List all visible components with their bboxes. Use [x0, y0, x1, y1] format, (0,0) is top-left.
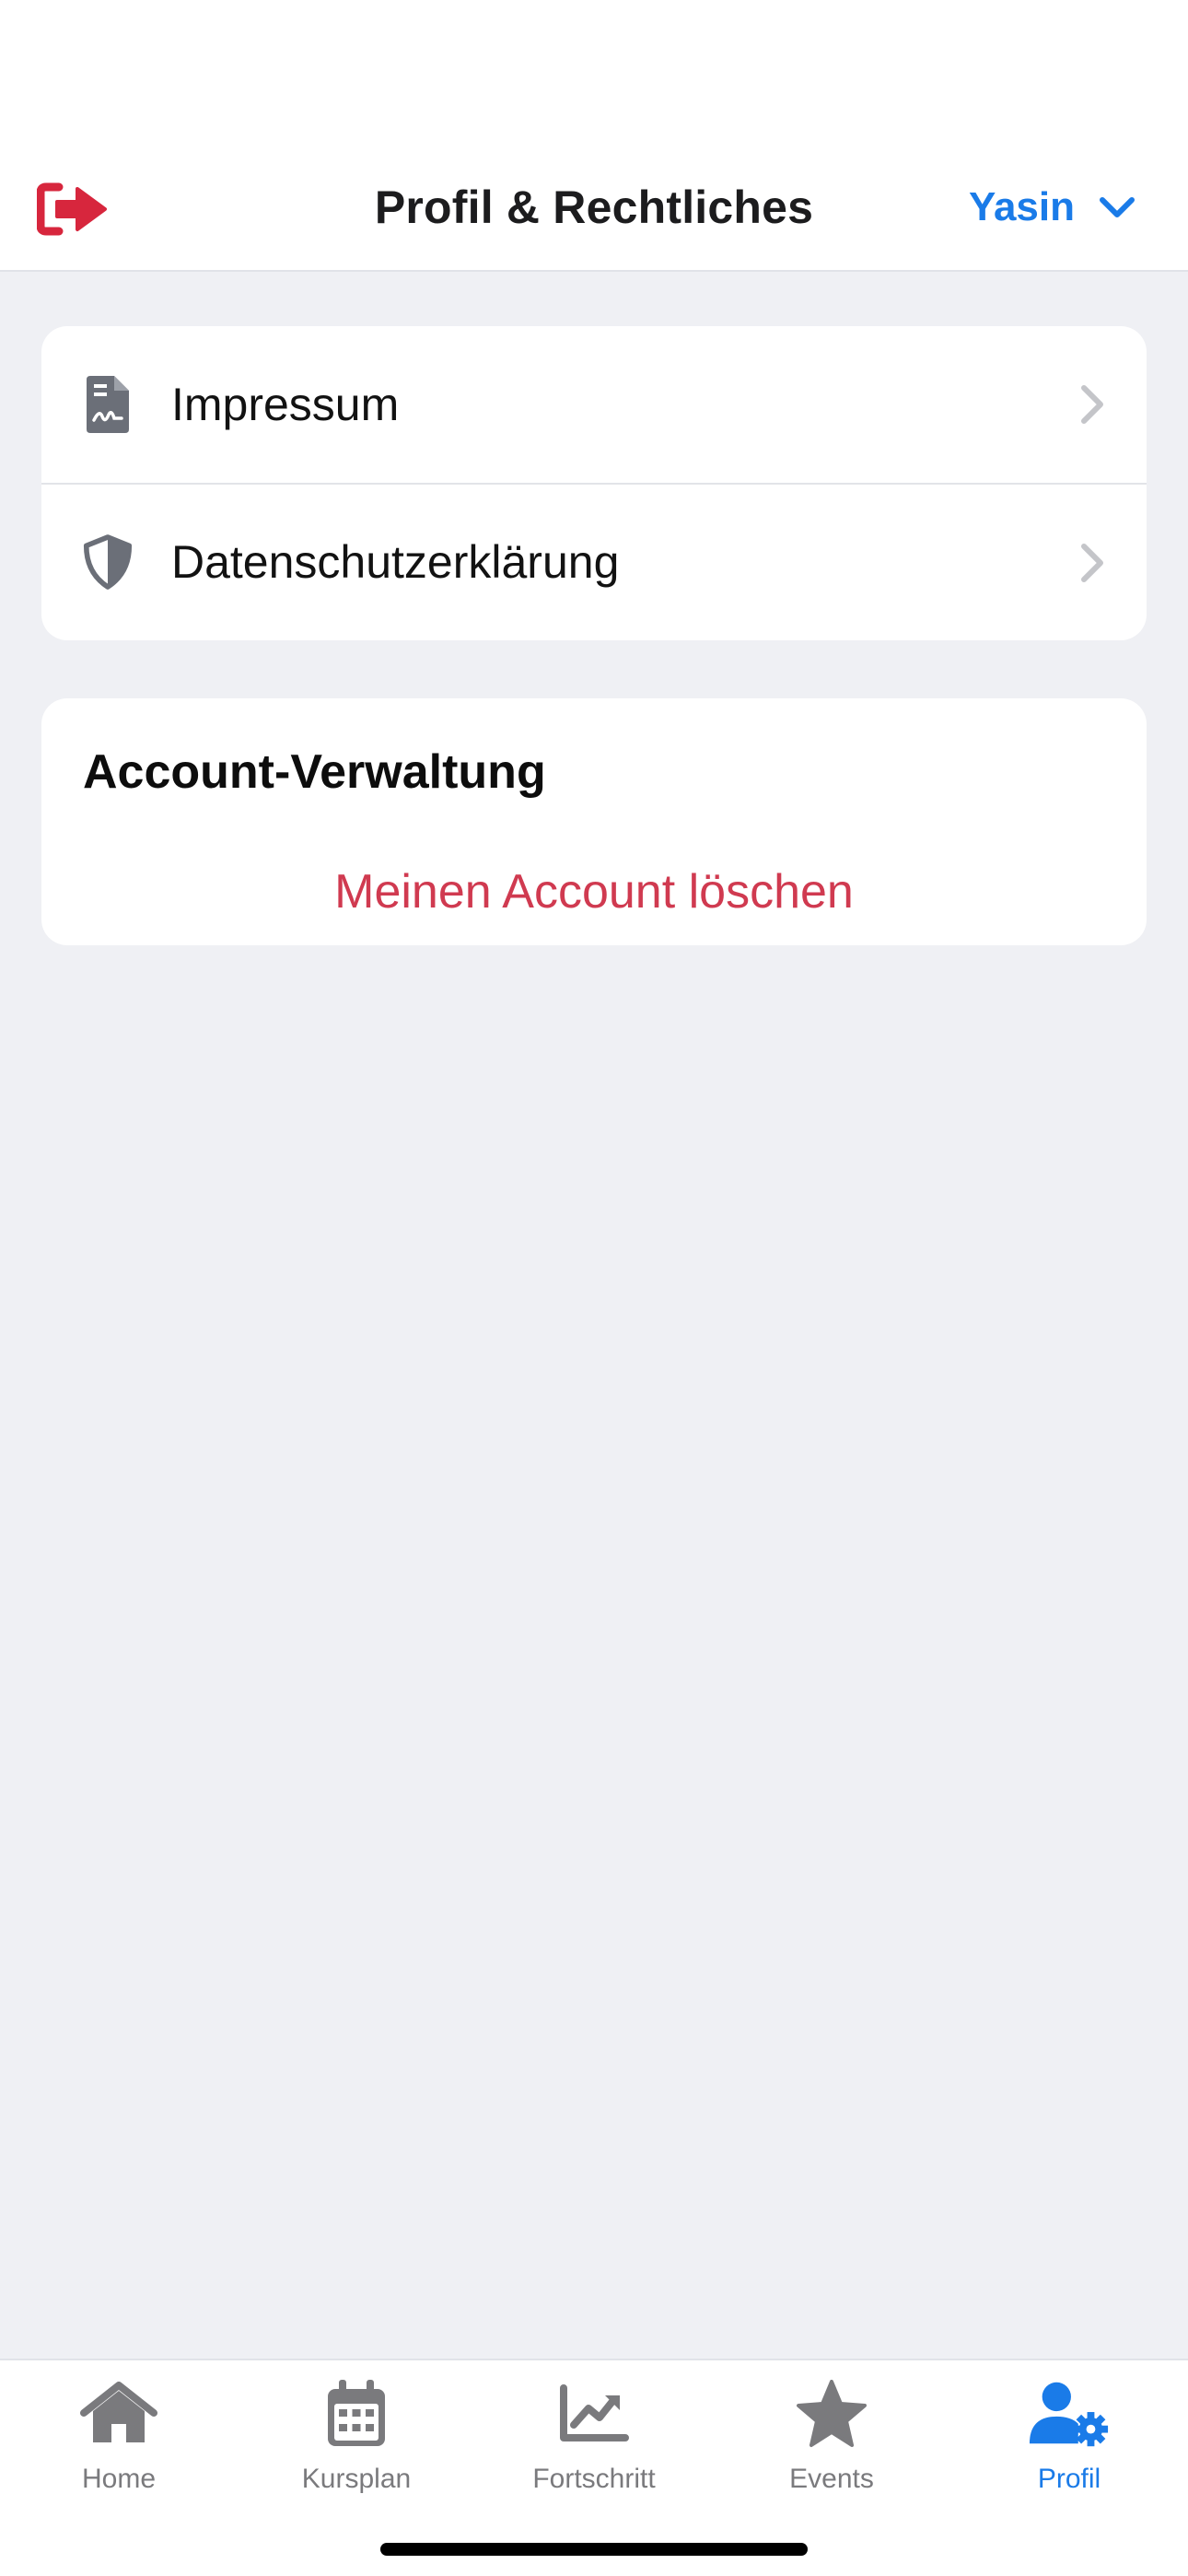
account-management-card: Account-Verwaltung Meinen Account lösche…: [41, 698, 1147, 945]
chevron-right-icon: [1081, 544, 1103, 582]
tab-fortschritt[interactable]: Fortschritt: [475, 2377, 713, 2495]
datenschutz-row[interactable]: Datenschutzerklärung: [41, 483, 1147, 639]
shield-icon: [83, 533, 133, 591]
chevron-right-icon: [1081, 385, 1103, 424]
tab-kursplan[interactable]: Kursplan: [238, 2377, 475, 2495]
delete-account-button[interactable]: Meinen Account löschen: [41, 864, 1147, 919]
tab-label: Kursplan: [301, 2464, 412, 2494]
chart-line-icon: [553, 2377, 635, 2451]
top-navigation-bar: Profil & Rechtliches Yasin: [0, 0, 1188, 272]
user-switcher-button[interactable]: Yasin: [969, 184, 1137, 230]
tab-profil[interactable]: Profil: [950, 2377, 1188, 2495]
tab-events[interactable]: Events: [713, 2377, 950, 2495]
datenschutz-label: Datenschutzerklärung: [171, 536, 620, 588]
app-screen: Profil & Rechtliches Yasin Impressum Dat…: [0, 0, 1188, 2576]
user-name: Yasin: [969, 184, 1075, 229]
impressum-label: Impressum: [171, 379, 400, 430]
legal-links-card: Impressum Datenschutzerklärung: [41, 326, 1147, 640]
tab-home[interactable]: Home: [0, 2377, 238, 2495]
home-indicator: [380, 2543, 808, 2556]
tab-label: Fortschritt: [532, 2464, 656, 2494]
tab-label: Events: [789, 2464, 874, 2494]
chevron-down-icon: [1100, 197, 1135, 217]
calendar-icon: [315, 2377, 398, 2451]
tab-label: Profil: [1037, 2464, 1101, 2494]
user-gear-icon: [1028, 2377, 1111, 2451]
tab-label: Home: [81, 2464, 157, 2494]
file-signature-icon: [83, 375, 133, 434]
account-section-title: Account-Verwaltung: [83, 745, 546, 799]
home-icon: [77, 2377, 160, 2451]
star-icon: [790, 2377, 873, 2451]
impressum-row[interactable]: Impressum: [41, 326, 1147, 483]
